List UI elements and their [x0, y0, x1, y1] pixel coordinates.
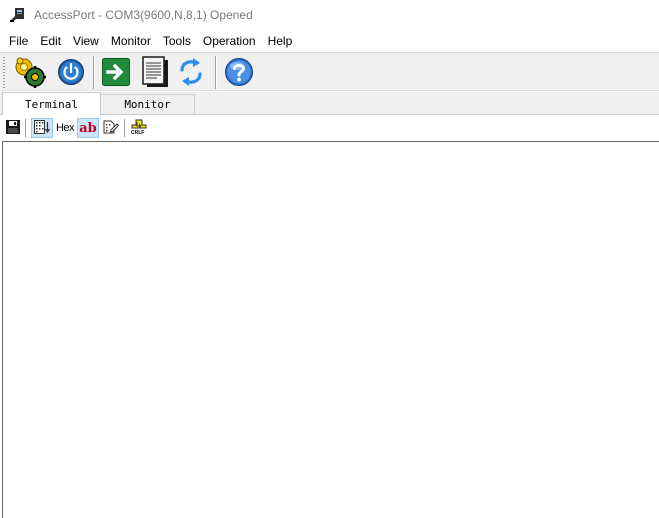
text-list-icon — [33, 119, 51, 138]
menu-bar: File Edit View Monitor Tools Operation H… — [0, 31, 659, 51]
toolbar-separator — [124, 119, 126, 137]
refresh-icon — [176, 56, 206, 91]
send-arrow-icon — [101, 57, 131, 90]
text-mode-button[interactable]: ab — [77, 118, 99, 138]
menu-edit[interactable]: Edit — [34, 31, 67, 51]
menu-help[interactable]: Help — [262, 31, 299, 51]
menu-file[interactable]: File — [3, 31, 34, 51]
power-icon — [57, 58, 85, 89]
toolbar-grip[interactable] — [3, 57, 5, 88]
menu-operation[interactable]: Operation — [197, 31, 262, 51]
edit-button[interactable] — [101, 118, 121, 138]
document-button[interactable] — [138, 55, 172, 91]
hex-button[interactable]: Hex — [55, 118, 75, 138]
menu-view[interactable]: View — [67, 31, 105, 51]
terminal-toolbar: Hex ab CRLF — [0, 114, 659, 141]
crlf-label: CRLF — [131, 130, 145, 136]
tab-terminal[interactable]: Terminal — [2, 92, 101, 115]
menu-tools[interactable]: Tools — [157, 31, 197, 51]
send-button[interactable] — [99, 56, 133, 90]
toolbar-separator — [215, 56, 217, 89]
power-button[interactable] — [54, 56, 88, 90]
floppy-disk-icon — [5, 119, 21, 138]
toolbar-separator — [25, 119, 27, 137]
menu-monitor[interactable]: Monitor — [105, 31, 157, 51]
settings-button[interactable] — [13, 56, 47, 90]
toolbar-separator — [93, 56, 95, 89]
terminal-output-area[interactable] — [2, 141, 659, 518]
tab-strip: Terminal Monitor — [0, 92, 659, 115]
serial-port-icon — [9, 7, 27, 23]
main-toolbar — [0, 52, 659, 91]
help-icon — [224, 57, 254, 90]
crlf-icon: CRLF — [130, 119, 148, 137]
settings-gear-coins-icon — [13, 56, 47, 91]
refresh-button[interactable] — [174, 56, 208, 90]
title-bar: AccessPort - COM3(9600,N,8,1) Opened — [0, 0, 659, 31]
edit-page-icon — [102, 119, 120, 138]
save-button[interactable] — [4, 118, 22, 138]
auto-scroll-button[interactable] — [31, 118, 53, 138]
document-icon — [141, 55, 169, 91]
tab-monitor[interactable]: Monitor — [101, 94, 195, 114]
crlf-button[interactable]: CRLF — [129, 118, 149, 138]
help-button[interactable] — [222, 56, 256, 90]
window-title: AccessPort - COM3(9600,N,8,1) Opened — [34, 8, 253, 22]
